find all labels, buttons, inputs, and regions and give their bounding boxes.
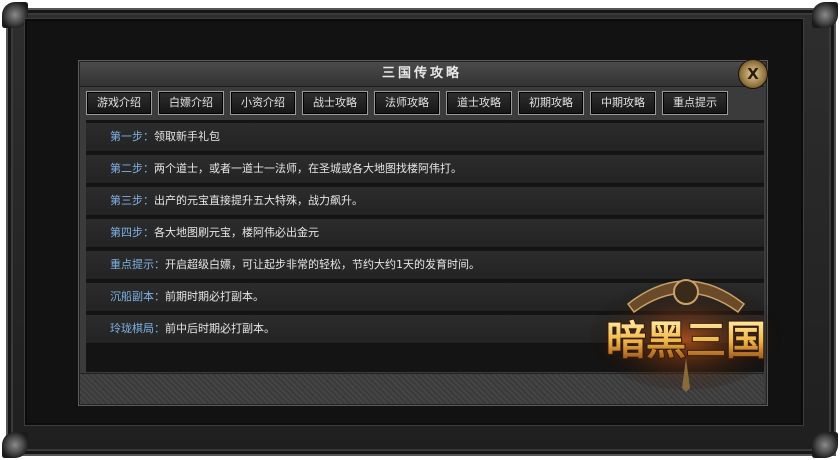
corner-ornament-top-right bbox=[812, 2, 838, 28]
row-text: 两个道士，或者一道士一法师，在圣城或各大地图找楼阿伟打。 bbox=[154, 162, 462, 175]
logo-text: 暗黑三国 bbox=[606, 317, 766, 364]
tab-game-intro[interactable]: 游戏介绍 bbox=[86, 91, 152, 115]
window-title: 三国传攻略 bbox=[80, 62, 764, 87]
row-key: 第四步： bbox=[110, 226, 154, 239]
game-logo: 暗黑三国 bbox=[590, 278, 782, 392]
tab-mid-guide[interactable]: 中期攻略 bbox=[590, 91, 656, 115]
row-key: 第一步： bbox=[110, 130, 154, 143]
guide-row: 第三步：出产的元宝直接提升五大特殊，战力飙升。 bbox=[86, 186, 764, 216]
tab-warrior-guide[interactable]: 战士攻略 bbox=[302, 91, 368, 115]
row-key: 第二步： bbox=[110, 162, 154, 175]
row-key: 玲珑棋局： bbox=[110, 322, 165, 335]
row-key: 重点提示： bbox=[110, 258, 165, 271]
guide-row: 第四步：各大地图刷元宝，楼阿伟必出金元 bbox=[86, 218, 764, 248]
tab-key-tips[interactable]: 重点提示 bbox=[662, 91, 728, 115]
row-text: 开启超级白嫖，可让起步非常的轻松，节约大约1天的发育时间。 bbox=[165, 258, 480, 271]
tab-free-intro[interactable]: 白嫖介绍 bbox=[158, 91, 224, 115]
tab-mage-guide[interactable]: 法师攻略 bbox=[374, 91, 440, 115]
row-text: 各大地图刷元宝，楼阿伟必出金元 bbox=[154, 226, 319, 239]
guide-row: 第二步：两个道士，或者一道士一法师，在圣城或各大地图找楼阿伟打。 bbox=[86, 154, 764, 184]
row-key: 沉船副本： bbox=[110, 290, 165, 303]
logo-emblem bbox=[673, 279, 699, 305]
row-text: 前期时期必打副本。 bbox=[165, 290, 264, 303]
corner-ornament-bottom-left bbox=[2, 432, 28, 458]
row-text: 前中后时期必打副本。 bbox=[165, 322, 275, 335]
row-text: 出产的元宝直接提升五大特殊，战力飙升。 bbox=[154, 194, 363, 207]
tab-petty-intro[interactable]: 小资介绍 bbox=[230, 91, 296, 115]
row-text: 领取新手礼包 bbox=[154, 130, 220, 143]
tab-early-guide[interactable]: 初期攻略 bbox=[518, 91, 584, 115]
guide-row: 第一步：领取新手礼包 bbox=[86, 122, 764, 152]
row-key: 第三步： bbox=[110, 194, 154, 207]
close-button[interactable]: X bbox=[738, 59, 768, 89]
tab-taoist-guide[interactable]: 道士攻略 bbox=[446, 91, 512, 115]
corner-ornament-bottom-right bbox=[812, 432, 838, 458]
